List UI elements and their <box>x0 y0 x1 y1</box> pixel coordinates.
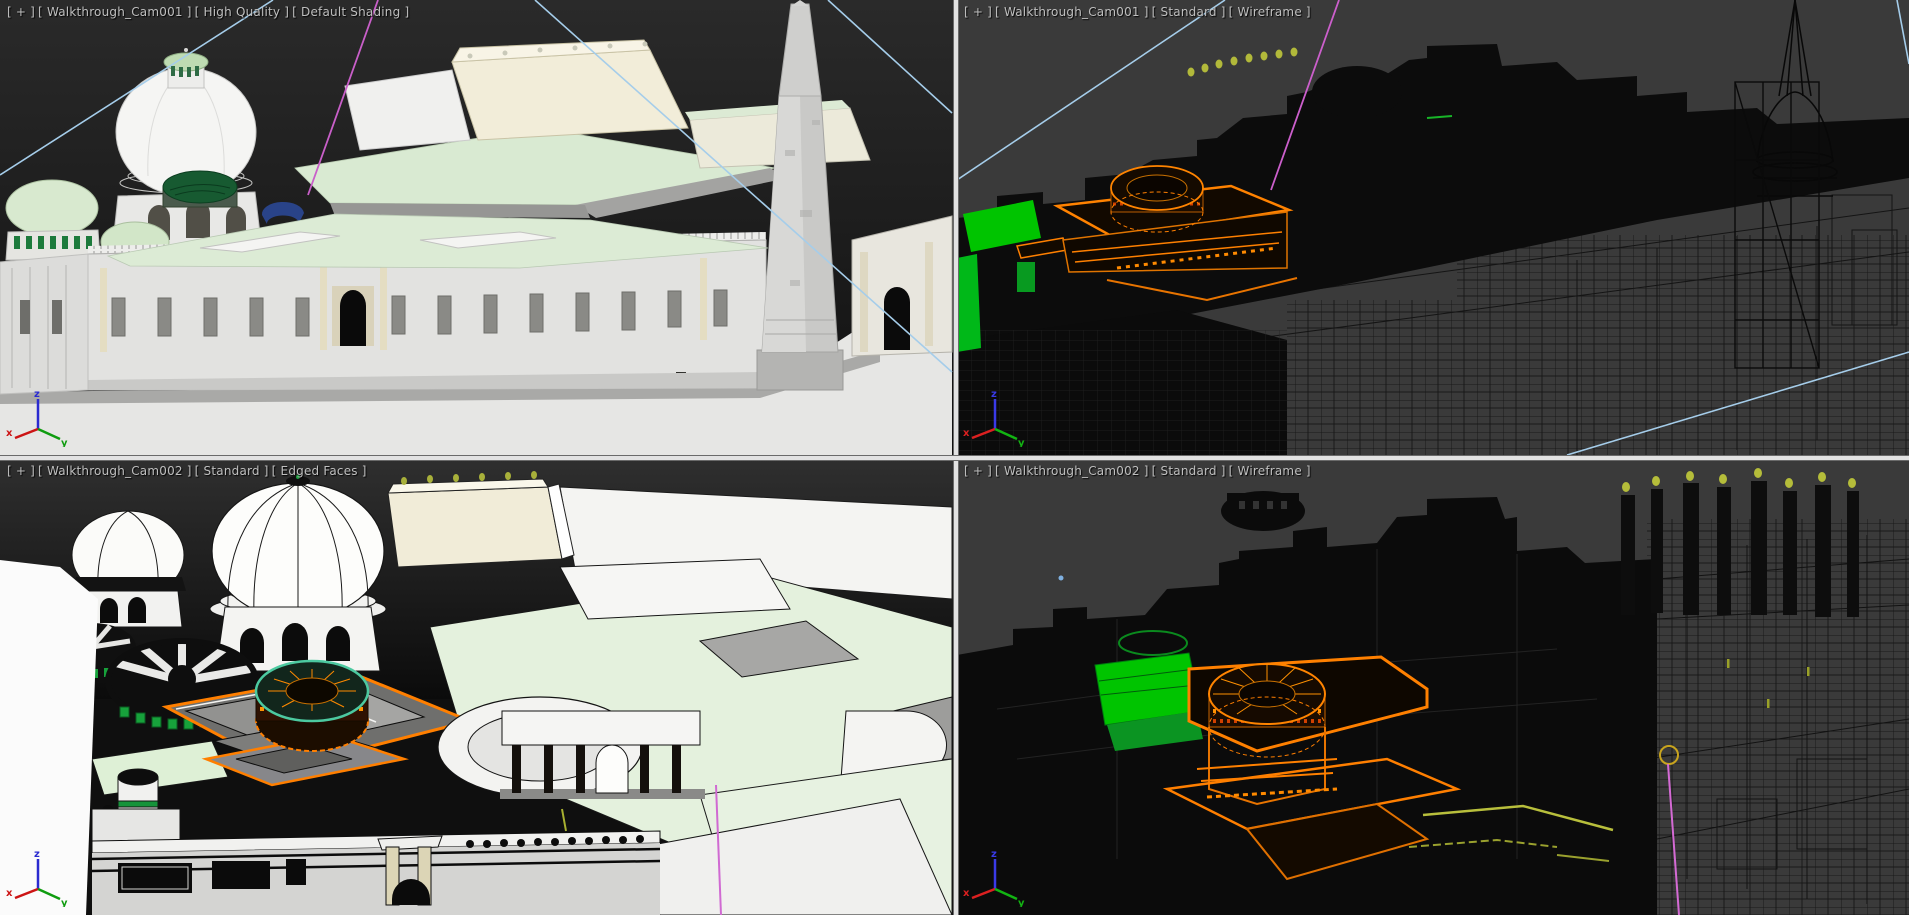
selected-object-rotunda[interactable] <box>256 661 368 751</box>
viewport-camera-name[interactable]: [ Walkthrough_Cam002 ] <box>38 464 192 478</box>
viewport-label: [ + ][ Walkthrough_Cam002 ][ Standard ][… <box>964 464 1314 478</box>
cream-pavilion <box>388 471 574 567</box>
svg-text:z: z <box>34 389 40 400</box>
viewport-cam001-wireframe[interactable]: [ + ][ Walkthrough_Cam001 ][ Standard ][… <box>957 0 1909 455</box>
svg-text:x: x <box>963 888 970 899</box>
viewport-quality-mode[interactable]: [ Standard ] <box>1152 5 1226 19</box>
viewport-splitter-horizontal[interactable] <box>0 455 1909 461</box>
viewport-cam002-wireframe[interactable]: [ + ][ Walkthrough_Cam002 ][ Standard ][… <box>957 459 1909 915</box>
viewport-label: [ + ][ Walkthrough_Cam002 ][ Standard ][… <box>7 464 370 478</box>
svg-text:z: z <box>991 849 997 860</box>
scene-shaded-palace <box>0 0 953 455</box>
palace-doorway <box>340 290 366 346</box>
viewport-quality-mode[interactable]: [ High Quality ] <box>195 5 289 19</box>
viewport-menu-button[interactable]: [ + ] <box>7 464 35 478</box>
viewport-shading-mode[interactable]: [ Wireframe ] <box>1229 5 1311 19</box>
viewport-cam002-edged-faces[interactable]: [ + ][ Walkthrough_Cam002 ][ Standard ][… <box>0 459 953 915</box>
svg-text:y: y <box>61 438 68 447</box>
viewport-quality-mode[interactable]: [ Standard ] <box>195 464 269 478</box>
viewport-shading-mode[interactable]: [ Edged Faces ] <box>272 464 367 478</box>
viewport-menu-button[interactable]: [ + ] <box>7 5 35 19</box>
scene-wireframe-far <box>957 0 1909 455</box>
svg-text:x: x <box>6 428 13 439</box>
viewport-camera-name[interactable]: [ Walkthrough_Cam001 ] <box>38 5 192 19</box>
viewport-quad-layout: [ + ][ Walkthrough_Cam001 ][ High Qualit… <box>0 0 1909 915</box>
main-dome-edged <box>210 475 386 671</box>
viewport-cam001-shaded[interactable]: [ + ][ Walkthrough_Cam001 ][ High Qualit… <box>0 0 953 455</box>
svg-text:y: y <box>1018 438 1025 447</box>
viewport-shading-mode[interactable]: [ Default Shading ] <box>292 5 409 19</box>
viewport-label: [ + ][ Walkthrough_Cam001 ][ High Qualit… <box>7 5 412 19</box>
svg-text:y: y <box>1018 898 1025 907</box>
scene-edged-faces-closeup <box>0 459 953 915</box>
gate-doorway <box>884 287 910 350</box>
viewport-shading-mode[interactable]: [ Wireframe ] <box>1229 464 1311 478</box>
svg-text:y: y <box>61 898 68 907</box>
svg-text:x: x <box>963 428 970 439</box>
scene-wireframe-closeup <box>957 459 1909 915</box>
axis-tripod: z x y <box>963 847 1025 907</box>
viewport-menu-button[interactable]: [ + ] <box>964 464 992 478</box>
cream-pavilion-roof <box>452 50 688 140</box>
viewport-quality-mode[interactable]: [ Standard ] <box>1152 464 1226 478</box>
viewport-camera-name[interactable]: [ Walkthrough_Cam002 ] <box>995 464 1149 478</box>
svg-text:z: z <box>34 849 40 860</box>
viewport-label: [ + ][ Walkthrough_Cam001 ][ Standard ][… <box>964 5 1314 19</box>
axis-tripod: z x y <box>6 847 68 907</box>
svg-text:x: x <box>6 888 13 899</box>
svg-text:z: z <box>991 389 997 400</box>
axis-tripod: z x y <box>963 387 1025 447</box>
viewport-camera-name[interactable]: [ Walkthrough_Cam001 ] <box>995 5 1149 19</box>
blue-vertex-dot <box>1059 576 1064 581</box>
viewport-menu-button[interactable]: [ + ] <box>964 5 992 19</box>
axis-tripod: z x y <box>6 387 68 447</box>
glass-drum <box>163 171 237 207</box>
